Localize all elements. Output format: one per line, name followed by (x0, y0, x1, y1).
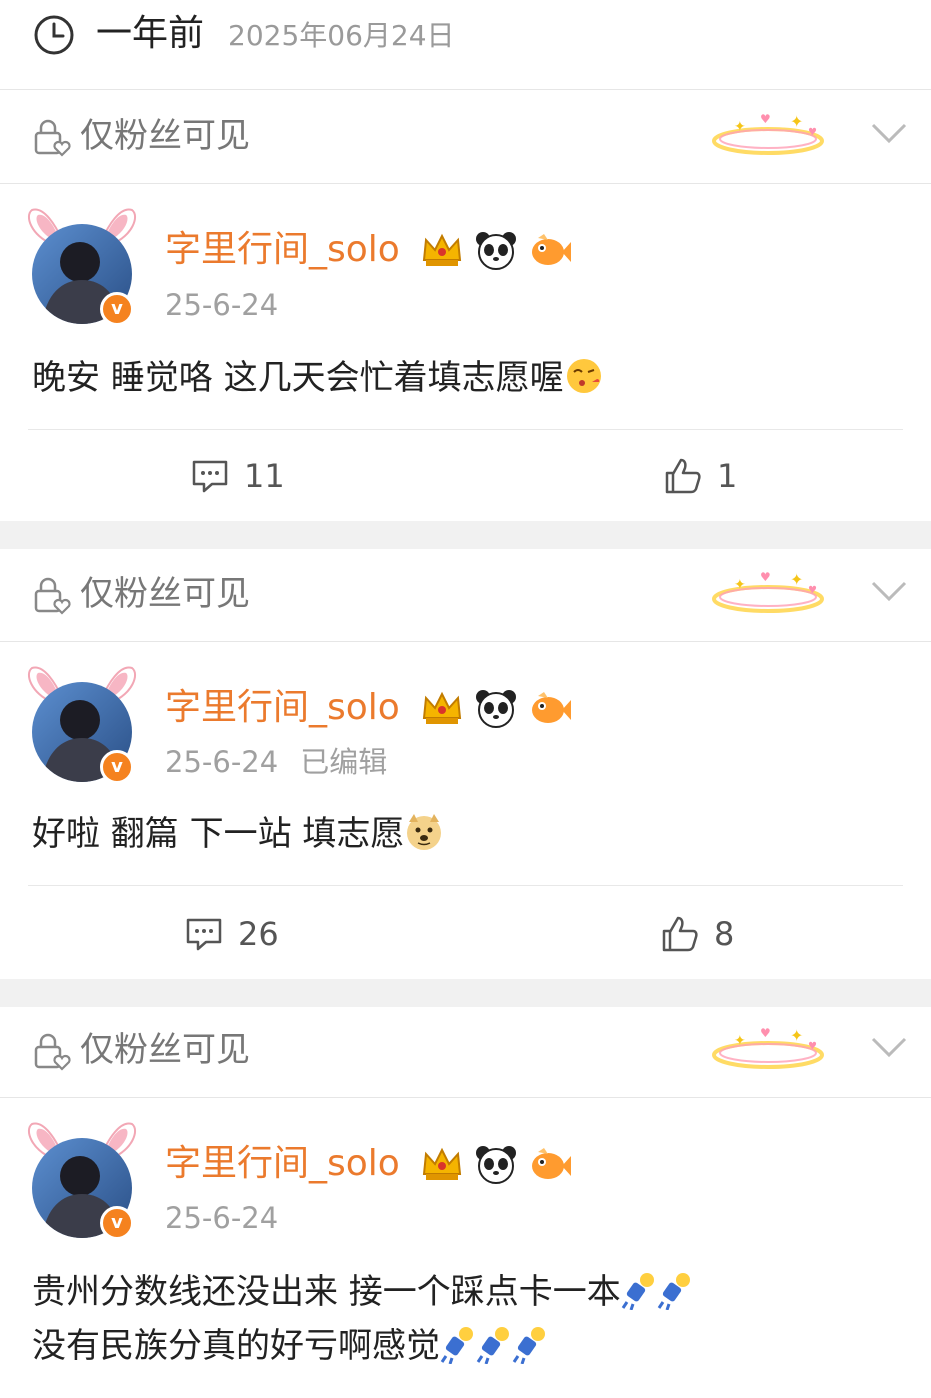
post-card: 仅粉丝可见 ✦ ♥ ✦ ♥ v 字里行间_solo (0, 549, 931, 979)
svg-text:✦: ✦ (734, 119, 746, 135)
svg-text:✦: ✦ (790, 1026, 803, 1045)
content-line-1: 贵州分数线还没出来 接一个踩点卡一本 (32, 1265, 693, 1319)
clock-icon (34, 15, 74, 55)
falling-person-emoji (657, 1272, 690, 1310)
post-card: 仅粉丝可见 ✦ ♥ ✦ ♥ v 字里行间_solo (0, 1005, 931, 1398)
like-count: 8 (714, 915, 735, 953)
absolute-date: 2025年06月24日 (228, 19, 455, 52)
divider (28, 885, 903, 886)
svg-text:♥: ♥ (808, 585, 817, 596)
content-line-2: 没有民族分真的好亏啊感觉 (32, 1319, 693, 1373)
fish-badge-icon (532, 234, 571, 265)
post-meta: 25-6-24 (165, 1199, 278, 1237)
crown-badge-icon (422, 1147, 462, 1180)
svg-text:♥: ♥ (808, 1041, 817, 1052)
panda-badge-icon (476, 1146, 516, 1184)
panda-badge-icon (476, 690, 516, 728)
fish-badge-icon (532, 692, 571, 723)
visibility-label: 仅粉丝可见 (80, 116, 250, 156)
username[interactable]: 字里行间_solo (165, 686, 400, 730)
svg-text:♥: ♥ (760, 1026, 771, 1040)
comment-button[interactable]: 11 (190, 431, 285, 521)
content-line: 贵州分数线还没出来 接一个踩点卡一本 (32, 1272, 621, 1312)
fish-badge-icon (532, 1148, 571, 1179)
chevron-down-icon[interactable] (870, 119, 908, 147)
comment-count: 26 (238, 915, 279, 953)
username[interactable]: 字里行间_solo (165, 1142, 400, 1186)
sparkle-ring-decoration: ✦ ♥ ✦ ♥ (712, 112, 824, 155)
visibility-label: 仅粉丝可见 (80, 1030, 250, 1070)
thumbs-up-icon (662, 916, 698, 952)
visibility-bar[interactable]: 仅粉丝可见 ✦ ♥ ✦ ♥ (0, 1005, 931, 1098)
verified-badge: v (100, 292, 134, 326)
lock-heart-icon (34, 577, 71, 615)
svg-text:✦: ✦ (734, 1033, 746, 1049)
doge-emoji (407, 813, 442, 850)
user-badges (420, 686, 572, 730)
post-separator (0, 521, 931, 549)
like-count: 1 (717, 457, 738, 495)
panda-badge-icon (476, 232, 516, 270)
post-date: 25-6-24 (165, 1201, 279, 1235)
lock-heart-icon (34, 1033, 71, 1071)
comment-count: 11 (244, 457, 285, 495)
like-button[interactable]: 8 (660, 889, 734, 979)
post-date: 25-6-24 (165, 288, 279, 322)
svg-text:✦: ✦ (734, 577, 746, 593)
verified-badge: v (100, 1206, 134, 1240)
sparkle-ring-decoration: ✦ ♥ ✦ ♥ (712, 570, 824, 613)
content-line: 没有民族分真的好亏啊感觉 (32, 1326, 440, 1366)
post-content: 贵州分数线还没出来 接一个踩点卡一本 没有民族分真的好亏啊感觉 (32, 1265, 693, 1373)
crown-badge-icon (422, 691, 462, 724)
svg-text:✦: ✦ (790, 112, 803, 131)
content-line: 晚安 睡觉咯 这几天会忙着填志愿喔 (32, 358, 564, 398)
avatar[interactable]: v (22, 1120, 142, 1240)
post-actions: 26 8 (0, 889, 931, 979)
user-badges (420, 228, 572, 272)
post-meta: 25-6-24 已编辑 (165, 743, 387, 781)
thumbs-up-icon (665, 458, 701, 494)
edited-label: 已编辑 (300, 745, 388, 779)
like-button[interactable]: 1 (663, 431, 737, 521)
comment-button[interactable]: 26 (184, 889, 279, 979)
post-card: 仅粉丝可见 ✦ ♥ ✦ ♥ v 字里行间_solo (0, 91, 931, 521)
relative-time: 一年前 (96, 13, 205, 54)
chevron-down-icon[interactable] (870, 1033, 908, 1061)
sparkle-ring-decoration: ✦ ♥ ✦ ♥ (712, 1026, 824, 1069)
post-date: 25-6-24 (165, 745, 279, 779)
lock-heart-icon (34, 119, 71, 157)
falling-person-emoji (621, 1272, 654, 1310)
avatar[interactable]: v (22, 206, 142, 326)
verified-badge: v (100, 750, 134, 784)
falling-person-emoji (476, 1326, 509, 1364)
visibility-bar[interactable]: 仅粉丝可见 ✦ ♥ ✦ ♥ (0, 91, 931, 184)
post-separator (0, 979, 931, 1007)
post-time-header: 一年前 2025年06月24日 (0, 0, 931, 90)
svg-text:♥: ♥ (808, 127, 817, 138)
svg-text:✦: ✦ (790, 570, 803, 589)
falling-person-emoji (440, 1326, 473, 1364)
user-badges (420, 1142, 572, 1186)
divider (28, 429, 903, 430)
chevron-down-icon[interactable] (870, 577, 908, 605)
comment-icon (186, 918, 222, 951)
crown-badge-icon (422, 233, 462, 266)
svg-text:♥: ♥ (760, 112, 771, 126)
face-blowing-kiss-emoji (566, 358, 601, 393)
comment-icon (192, 460, 228, 493)
falling-person-emoji (512, 1326, 545, 1364)
post-actions: 11 1 (0, 431, 931, 521)
post-content: 好啦 翻篇 下一站 填志愿 (32, 807, 444, 861)
post-content: 晚安 睡觉咯 这几天会忙着填志愿喔 (32, 351, 604, 405)
avatar[interactable]: v (22, 664, 142, 784)
visibility-bar[interactable]: 仅粉丝可见 ✦ ♥ ✦ ♥ (0, 549, 931, 642)
svg-text:♥: ♥ (760, 570, 771, 584)
username[interactable]: 字里行间_solo (165, 228, 400, 272)
visibility-label: 仅粉丝可见 (80, 574, 250, 614)
content-line: 好啦 翻篇 下一站 填志愿 (32, 814, 405, 854)
post-meta: 25-6-24 (165, 286, 278, 324)
